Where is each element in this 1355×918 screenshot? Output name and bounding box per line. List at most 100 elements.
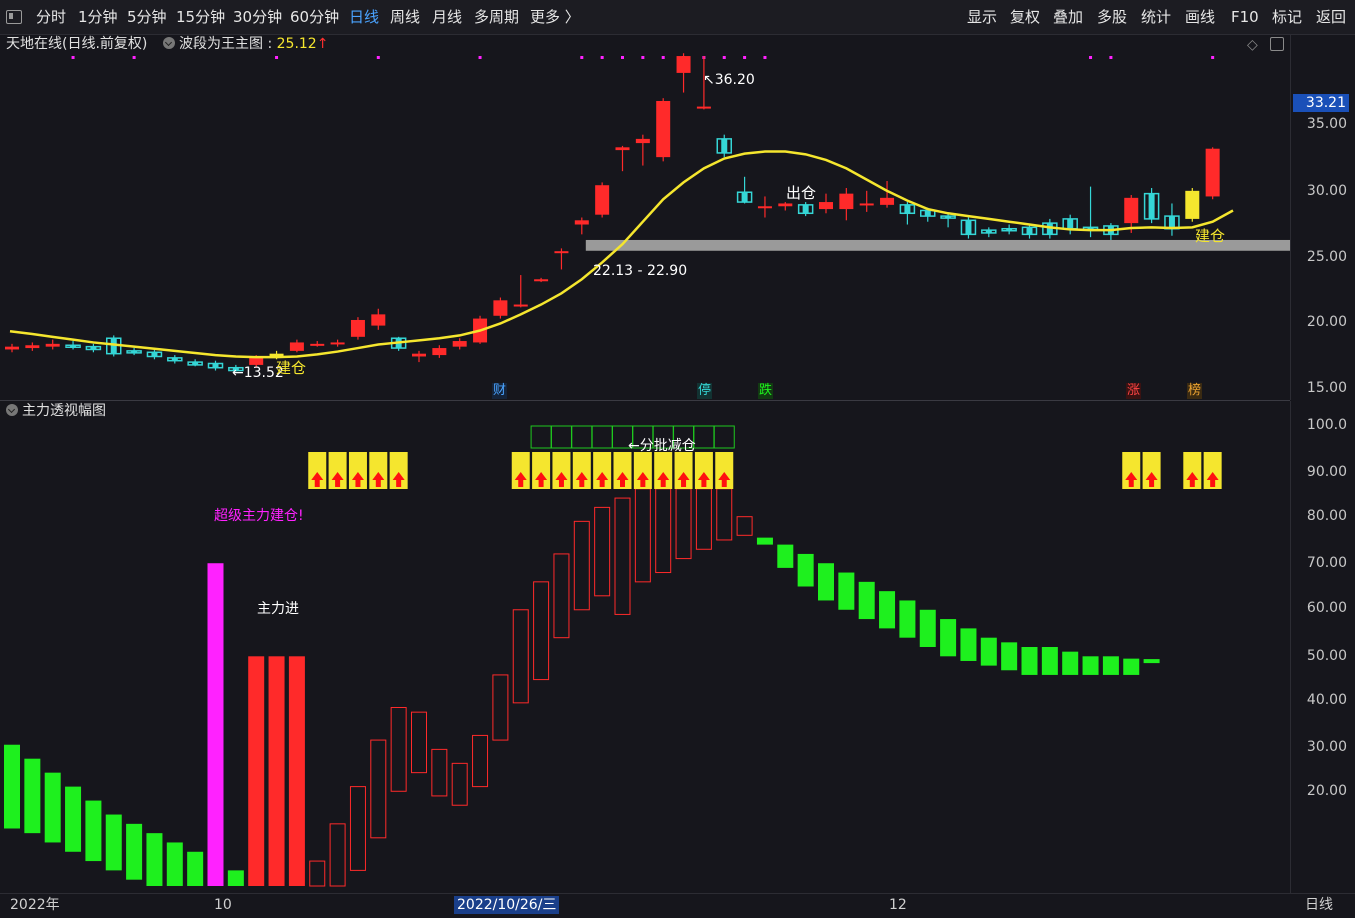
candle-body-fill xyxy=(985,230,992,233)
signal-dot xyxy=(275,56,279,59)
candle-body-fill xyxy=(721,138,728,153)
main-force-bar-outline xyxy=(716,488,733,541)
signal-dot xyxy=(722,56,726,59)
candle-body-fill xyxy=(924,210,931,217)
buy-signal-box xyxy=(328,452,347,489)
current-price-label: 33.21 xyxy=(1293,94,1349,112)
candle-body-fill xyxy=(70,345,77,348)
indicator-selector[interactable]: 波段为王主图 : 25.12↑ xyxy=(163,35,328,53)
main-force-bar-outline xyxy=(614,497,631,615)
main-force-bar-outline xyxy=(349,786,366,871)
price-tick: 20.00 xyxy=(1306,314,1347,330)
main-force-bar xyxy=(1062,651,1079,675)
signal-dot xyxy=(600,56,604,59)
main-force-bar xyxy=(85,800,102,862)
candle-body xyxy=(839,193,854,210)
back-button[interactable]: 返回 xyxy=(1316,8,1346,26)
buy-signal-box xyxy=(654,452,673,489)
candle-body xyxy=(289,342,304,351)
price-tick: 30.00 xyxy=(1306,183,1347,199)
main-force-bar xyxy=(248,656,265,886)
candle-body xyxy=(819,202,833,210)
finance-marker[interactable]: 财 xyxy=(492,383,508,399)
support-band xyxy=(585,239,1290,251)
signal-dot xyxy=(1211,56,1215,59)
candle-body-fill xyxy=(965,220,972,235)
main-force-bar-outline xyxy=(736,516,753,536)
price-tick: 15.00 xyxy=(1306,380,1347,396)
main-force-bar-outline xyxy=(553,553,570,639)
main-force-bar xyxy=(858,581,875,620)
window-toggle-icon[interactable] xyxy=(1270,37,1284,51)
candle-body xyxy=(412,353,426,357)
candle-body-fill xyxy=(802,204,809,214)
price-tick: 35.00 xyxy=(1306,116,1347,132)
main-force-bar xyxy=(1082,656,1099,675)
reduce-outline-cell xyxy=(550,425,572,449)
limit-up-marker[interactable]: 涨 xyxy=(1126,383,1142,399)
signal-dot xyxy=(376,56,380,59)
candle-body xyxy=(696,106,711,109)
buy-signal-box xyxy=(633,452,652,489)
buy-signal-box xyxy=(552,452,571,489)
signal-dot xyxy=(621,56,624,59)
candle xyxy=(656,98,671,162)
candle-body xyxy=(452,341,467,347)
candle-body-fill xyxy=(1026,227,1033,235)
main-force-bar xyxy=(1102,656,1119,675)
candle xyxy=(493,297,508,319)
reduce-outline-cell xyxy=(530,425,552,449)
signal-dot xyxy=(580,56,584,59)
buy-signal-box xyxy=(593,452,612,489)
candle-body xyxy=(859,203,874,206)
main-force-bar xyxy=(919,609,936,647)
main-force-bar-outline xyxy=(492,674,509,741)
diamond-icon[interactable]: ◇ xyxy=(1247,36,1258,54)
dropdown-icon[interactable] xyxy=(163,37,175,49)
main-force-bar-outline xyxy=(512,609,529,704)
buy-signal-box xyxy=(369,452,388,489)
period-label[interactable]: 日线 xyxy=(1305,896,1333,914)
candle-body xyxy=(350,319,365,337)
main-force-bar-outline xyxy=(370,739,387,839)
sub-indicator-selector[interactable]: 主力透视幅图 xyxy=(6,402,106,420)
signal-dot xyxy=(1109,56,1113,59)
support-range-label: 22.13 - 22.90 xyxy=(593,263,688,279)
dropdown-icon[interactable] xyxy=(6,404,18,416)
candle-body xyxy=(5,346,19,350)
signal-dot xyxy=(743,56,747,59)
ranking-marker[interactable]: 榜 xyxy=(1187,383,1203,399)
buy-signal-label: 建仓 xyxy=(276,359,307,377)
buy-signal-box xyxy=(308,452,327,489)
buy-signal-box xyxy=(1183,452,1202,489)
candle-body xyxy=(635,138,650,144)
candle-body xyxy=(493,300,508,316)
stock-title: 天地在线(日线.前复权) xyxy=(6,36,148,52)
main-force-bar xyxy=(777,544,794,568)
limit-down-marker[interactable]: 跌 xyxy=(758,383,774,399)
main-force-bar xyxy=(44,772,61,843)
halt-marker[interactable]: 停 xyxy=(697,383,713,399)
main-force-bar xyxy=(24,758,41,834)
signal-dot xyxy=(763,56,767,59)
main-force-bar xyxy=(1143,659,1160,664)
up-arrow-icon: ↑ xyxy=(316,36,329,52)
sub-tick: 100.0 xyxy=(1306,417,1347,433)
candle xyxy=(1143,188,1160,224)
candle-body xyxy=(1185,190,1200,219)
indicator-name: 波段为王主图 xyxy=(179,36,263,52)
candle-body-fill xyxy=(131,350,138,353)
candle-body-fill xyxy=(90,346,97,350)
sub-axis: 100.0 90.00 80.00 70.00 60.00 50.00 40.0… xyxy=(1290,401,1355,893)
main-force-bar-outline xyxy=(329,823,346,887)
main-force-bar xyxy=(1123,658,1140,675)
candle-body-fill xyxy=(171,357,178,361)
main-force-bar-outline xyxy=(675,488,692,560)
main-force-bar xyxy=(756,537,773,545)
signal-dot xyxy=(1089,56,1093,59)
main-force-bar xyxy=(1001,642,1018,671)
candle xyxy=(350,317,365,340)
sub-tick: 40.00 xyxy=(1306,692,1347,708)
candle-body-fill xyxy=(1006,228,1013,231)
main-force-bar xyxy=(207,563,224,886)
